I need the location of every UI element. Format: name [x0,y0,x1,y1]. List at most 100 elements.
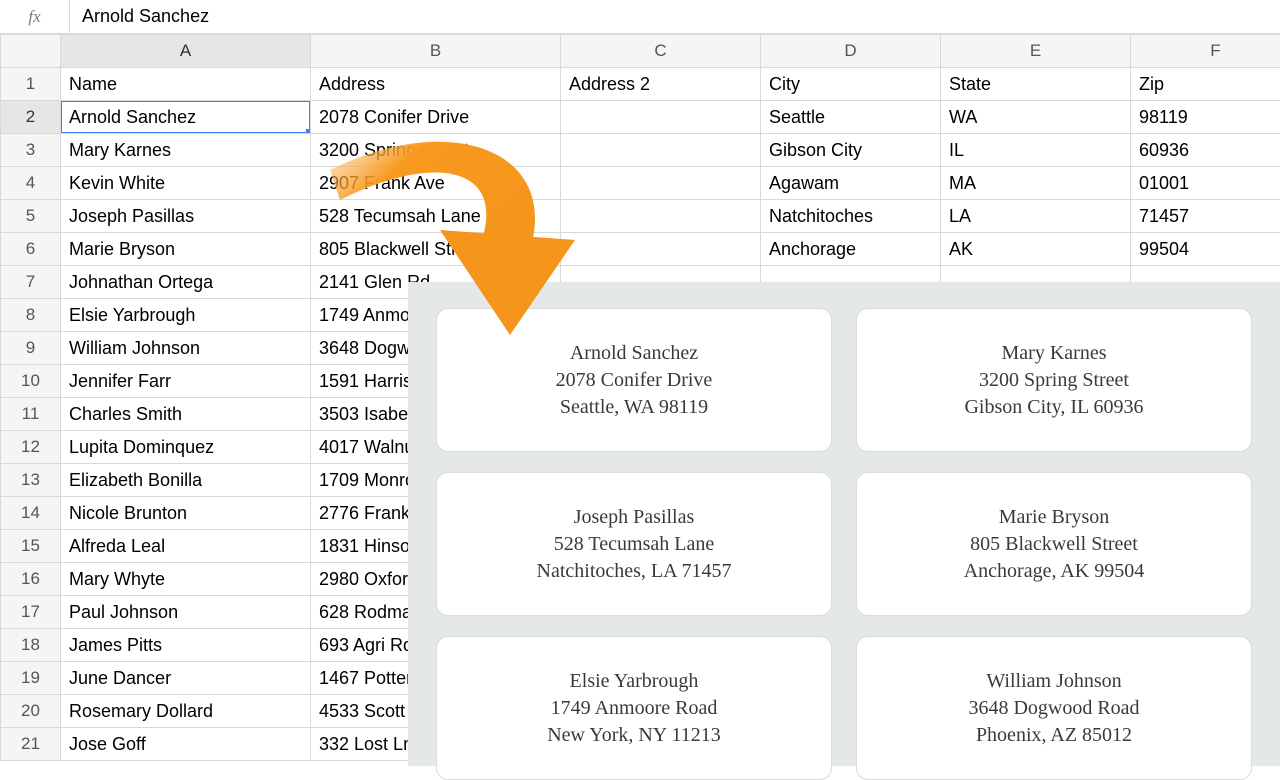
row-header[interactable]: 19 [1,662,61,695]
cell[interactable]: Rosemary Dollard [61,695,311,728]
formula-input[interactable] [70,0,1280,33]
row-header[interactable]: 15 [1,530,61,563]
cell[interactable]: State [941,68,1131,101]
cell[interactable]: Natchitoches [761,200,941,233]
col-header-D[interactable]: D [761,35,941,68]
address-label-card: Arnold Sanchez2078 Conifer DriveSeattle,… [436,308,832,452]
cell[interactable]: Agawam [761,167,941,200]
cell[interactable]: Charles Smith [61,398,311,431]
cell[interactable]: Anchorage [761,233,941,266]
row-header[interactable]: 6 [1,233,61,266]
row-header[interactable]: 10 [1,365,61,398]
label-city-state-zip: Seattle, WA 98119 [560,394,708,421]
cell[interactable]: 99504 [1131,233,1280,266]
cell[interactable]: Address [311,68,561,101]
row-header[interactable]: 17 [1,596,61,629]
row-header[interactable]: 7 [1,266,61,299]
col-header-F[interactable]: F [1131,35,1280,68]
row-header[interactable]: 12 [1,431,61,464]
cell[interactable]: Jose Goff [61,728,311,761]
corner-cell[interactable] [1,35,61,68]
col-header-A[interactable]: A [61,35,311,68]
cell[interactable]: Johnathan Ortega [61,266,311,299]
cell[interactable]: AK [941,233,1131,266]
cell[interactable]: MA [941,167,1131,200]
cell[interactable]: 805 Blackwell Street [311,233,561,266]
cell[interactable]: IL [941,134,1131,167]
table-row: 5Joseph Pasillas528 Tecumsah Lane Natchit… [1,200,1280,233]
cell[interactable]: 01001 [1131,167,1280,200]
cell[interactable]: 98119 [1131,101,1280,134]
cell[interactable]: Paul Johnson [61,596,311,629]
cell[interactable]: William Johnson [61,332,311,365]
label-name: Arnold Sanchez [570,340,698,367]
cell[interactable]: Marie Bryson [61,233,311,266]
fx-icon[interactable]: fx [0,0,70,33]
row-header[interactable]: 13 [1,464,61,497]
cell[interactable] [561,134,761,167]
row-header[interactable]: 8 [1,299,61,332]
table-row: 4Kevin White2907 Frank Ave AgawamMA01001 [1,167,1280,200]
address-label-card: Marie Bryson805 Blackwell StreetAnchorag… [856,472,1252,616]
cell[interactable]: Elizabeth Bonilla [61,464,311,497]
address-label-card: William Johnson3648 Dogwood RoadPhoenix,… [856,636,1252,780]
label-street: 3648 Dogwood Road [968,695,1139,722]
table-row: 6Marie Bryson805 Blackwell Street Anchora… [1,233,1280,266]
cell[interactable]: Name [61,68,311,101]
cell[interactable]: Elsie Yarbrough [61,299,311,332]
cell[interactable] [561,167,761,200]
row-header[interactable]: 21 [1,728,61,761]
row-header[interactable]: 9 [1,332,61,365]
cell[interactable]: 60936 [1131,134,1280,167]
cell[interactable]: Nicole Brunton [61,497,311,530]
label-city-state-zip: Natchitoches, LA 71457 [537,558,732,585]
row-header[interactable]: 16 [1,563,61,596]
cell[interactable] [561,233,761,266]
table-row: 2Arnold Sanchez2078 Conifer Drive Seattle… [1,101,1280,134]
cell[interactable]: WA [941,101,1131,134]
row-header[interactable]: 1 [1,68,61,101]
row-header[interactable]: 3 [1,134,61,167]
cell[interactable]: LA [941,200,1131,233]
row-header[interactable]: 14 [1,497,61,530]
row-header[interactable]: 2 [1,101,61,134]
label-city-state-zip: New York, NY 11213 [547,722,721,749]
cell[interactable]: Kevin White [61,167,311,200]
cell[interactable]: Jennifer Farr [61,365,311,398]
cell[interactable] [561,200,761,233]
cell[interactable]: Address 2 [561,68,761,101]
label-street: 805 Blackwell Street [970,531,1138,558]
cell[interactable]: Alfreda Leal [61,530,311,563]
label-city-state-zip: Gibson City, IL 60936 [964,394,1143,421]
cell[interactable]: 2078 Conifer Drive [311,101,561,134]
row-header[interactable]: 18 [1,629,61,662]
table-row: 1NameAddressAddress 2CityStateZip [1,68,1280,101]
cell[interactable]: Arnold Sanchez [61,101,311,134]
cell[interactable]: Seattle [761,101,941,134]
cell[interactable]: Mary Whyte [61,563,311,596]
cell[interactable]: 2907 Frank Ave [311,167,561,200]
address-label-card: Joseph Pasillas528 Tecumsah LaneNatchito… [436,472,832,616]
formula-bar: fx [0,0,1280,34]
col-header-C[interactable]: C [561,35,761,68]
cell[interactable]: 71457 [1131,200,1280,233]
col-header-E[interactable]: E [941,35,1131,68]
cell[interactable]: June Dancer [61,662,311,695]
address-label-card: Mary Karnes3200 Spring StreetGibson City… [856,308,1252,452]
row-header[interactable]: 20 [1,695,61,728]
cell[interactable]: Zip [1131,68,1280,101]
cell[interactable]: Lupita Dominquez [61,431,311,464]
cell[interactable]: City [761,68,941,101]
row-header[interactable]: 4 [1,167,61,200]
cell[interactable]: 528 Tecumsah Lane [311,200,561,233]
row-header[interactable]: 5 [1,200,61,233]
cell[interactable]: Gibson City [761,134,941,167]
cell[interactable]: 3200 Spring Street [311,134,561,167]
col-header-B[interactable]: B [311,35,561,68]
cell[interactable] [561,101,761,134]
cell[interactable]: Mary Karnes [61,134,311,167]
cell[interactable]: Joseph Pasillas [61,200,311,233]
cell[interactable]: James Pitts [61,629,311,662]
label-street: 1749 Anmoore Road [551,695,718,722]
row-header[interactable]: 11 [1,398,61,431]
